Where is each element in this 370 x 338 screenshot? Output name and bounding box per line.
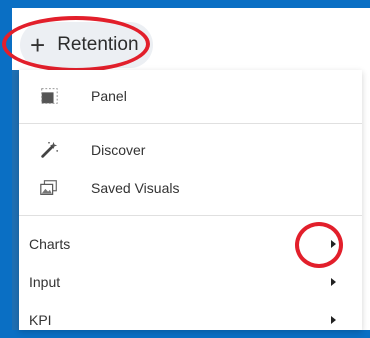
menu-item-charts[interactable]: Charts bbox=[19, 226, 362, 262]
menu-item-input[interactable]: Input bbox=[19, 264, 362, 300]
menu-item-discover[interactable]: Discover bbox=[19, 132, 362, 168]
left-gutter bbox=[12, 70, 19, 330]
saved-visuals-icon bbox=[39, 178, 59, 198]
magic-wand-icon bbox=[39, 140, 59, 160]
plus-icon: + bbox=[30, 30, 46, 60]
menu-item-saved-visuals[interactable]: Saved Visuals bbox=[19, 170, 362, 206]
submenu-arrow-icon bbox=[331, 240, 336, 248]
menu-item-label: Discover bbox=[91, 142, 146, 158]
screenshot-frame: + Retention Panel Discover Saved Visuals… bbox=[0, 0, 370, 330]
panel-icon bbox=[39, 86, 59, 106]
submenu-arrow-icon bbox=[331, 278, 336, 286]
menu-item-label: Panel bbox=[91, 88, 127, 104]
menu-item-label: Input bbox=[29, 274, 61, 290]
menu-item-kpi[interactable]: KPI bbox=[19, 302, 362, 338]
menu-item-panel[interactable]: Panel bbox=[19, 78, 362, 114]
add-button-label: Retention bbox=[57, 34, 139, 55]
submenu-arrow-icon bbox=[331, 316, 336, 324]
menu-item-label: Saved Visuals bbox=[91, 180, 180, 196]
menu-divider bbox=[19, 123, 362, 124]
menu-divider bbox=[19, 215, 362, 216]
add-visual-button[interactable]: + Retention bbox=[20, 22, 153, 68]
menu-item-label: KPI bbox=[29, 312, 52, 328]
menu-item-label: Charts bbox=[29, 236, 71, 252]
add-menu-dropdown: Panel Discover Saved Visuals Charts Inpu… bbox=[19, 70, 362, 330]
